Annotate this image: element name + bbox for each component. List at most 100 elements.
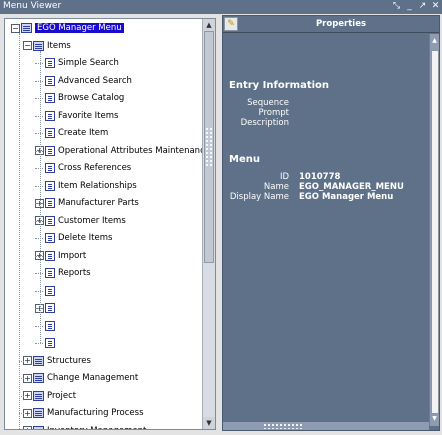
- tree-node-label: Manufacturer Parts: [58, 198, 139, 208]
- menu-tree: − EGO Manager Menu − Items Simple Search Adva…: [5, 19, 202, 429]
- close-icon[interactable]: ✕: [431, 1, 440, 12]
- tree-node-operational-attributes-maintenance[interactable]: + Operational Attributes Maintenance: [35, 144, 202, 158]
- tree-node-label: Operational Attributes Maintenance: [58, 145, 202, 156]
- tree-connector: [35, 290, 43, 292]
- props-scroll-up-icon[interactable]: ▲: [430, 36, 439, 46]
- tree-node-label: Advanced Search: [58, 75, 132, 86]
- tree-node-cross-references[interactable]: Cross References: [35, 161, 131, 175]
- window-controls: ⤡ _ ↗ ✕: [392, 1, 440, 12]
- tree-node-label: Browse Catalog: [58, 93, 125, 103]
- restore-icon[interactable]: ⤡: [392, 1, 401, 12]
- expand-icon[interactable]: +: [23, 426, 32, 429]
- menu-entry-icon: [45, 58, 55, 68]
- tree-node-label: Inventory Management: [47, 426, 146, 430]
- prop-key-prompt: Prompt: [258, 108, 290, 118]
- tree-connector: [19, 33, 20, 429]
- tree-node-label: Favorite Items: [58, 110, 119, 121]
- tree-connector: [35, 133, 43, 134]
- menu-entry-icon: [45, 320, 55, 331]
- tree-node-label: Customer Items: [58, 215, 126, 226]
- properties-horizontal-scrollbar[interactable]: [223, 422, 429, 430]
- menu-entry-icon: [45, 338, 55, 348]
- tree-node-advanced-search[interactable]: Advanced Search: [35, 74, 132, 88]
- tree-node-root[interactable]: − EGO Manager Menu: [11, 21, 124, 35]
- tree-node-label: EGO Manager Menu: [35, 23, 124, 33]
- folder-icon: [33, 373, 44, 383]
- tree-node-label: Simple Search: [58, 58, 119, 68]
- tree-node-manufacturer-parts[interactable]: + Manufacturer Parts: [35, 196, 139, 210]
- tree-node-reports[interactable]: Reports: [35, 266, 91, 280]
- scroll-down-icon[interactable]: ▼: [203, 417, 215, 429]
- tree-node-label: Reports: [58, 268, 91, 278]
- folder-icon: [33, 390, 44, 401]
- tree-node-delete-items[interactable]: Delete Items: [35, 231, 112, 245]
- pin-icon[interactable]: ✎: [224, 17, 238, 31]
- tree-node-project[interactable]: + Project: [23, 389, 76, 403]
- expand-icon[interactable]: +: [23, 356, 32, 365]
- folder-icon: [33, 355, 44, 366]
- tree-node-favorite-items[interactable]: Favorite Items: [35, 109, 118, 123]
- menu-entry-icon: [45, 285, 55, 296]
- prop-key-name: Name: [263, 182, 289, 192]
- menu-entry-icon: [45, 75, 55, 86]
- collapse-icon[interactable]: −: [11, 23, 20, 33]
- scroll-up-icon[interactable]: ▲: [203, 19, 215, 31]
- collapse-icon[interactable]: −: [23, 41, 32, 50]
- minimize-icon[interactable]: _: [405, 1, 414, 12]
- tree-connector: [35, 203, 43, 204]
- properties-vertical-scrollbar[interactable]: ▲ ▼: [429, 34, 439, 426]
- tree-node-structures[interactable]: + Structures: [23, 354, 91, 368]
- tree-node-create-item[interactable]: Create Item: [35, 126, 108, 140]
- menu-entry-icon: [45, 180, 55, 191]
- tree-connector: [35, 273, 43, 274]
- scroll-grip: [205, 127, 213, 167]
- menu-entry-icon: [45, 110, 55, 121]
- menu-section-title: Menu: [229, 154, 260, 165]
- tree-connector: [35, 238, 43, 239]
- prop-key-id: ID: [279, 172, 289, 182]
- tree-node-browse-catalog[interactable]: Browse Catalog: [35, 91, 124, 105]
- tree-node-item-relationships[interactable]: Item Relationships: [35, 179, 137, 193]
- prop-value-display-name: EGO Manager Menu: [299, 192, 394, 202]
- tree-connector: [35, 150, 43, 152]
- tree-connector: [35, 168, 43, 169]
- tree-node-manufacturing-process[interactable]: + Manufacturing Process: [23, 406, 144, 420]
- tree-connector: [35, 308, 43, 309]
- tree-vertical-scrollbar[interactable]: ▲ ▼: [202, 19, 215, 429]
- props-scroll-down-icon[interactable]: ▼: [430, 414, 439, 424]
- tree-connector: [35, 325, 43, 327]
- tree-node-change-management[interactable]: + Change Management: [23, 371, 138, 385]
- tree-node-customer-items[interactable]: + Customer Items: [35, 214, 126, 228]
- tree-connector: [35, 98, 43, 99]
- menu-entry-icon: [45, 303, 55, 313]
- tree-connector: [35, 63, 43, 64]
- menu-entry-icon: [45, 233, 55, 243]
- tree-connector: [35, 343, 43, 344]
- tree-node-items[interactable]: − Items: [23, 39, 71, 53]
- window-titlebar: Menu Viewer ⤡ _ ↗ ✕: [0, 0, 442, 14]
- props-scroll-thumb[interactable]: [431, 50, 439, 414]
- menu-entry-icon: [45, 93, 55, 103]
- menu-entry-icon: [45, 128, 55, 138]
- window-title: Menu Viewer: [3, 1, 62, 11]
- folder-icon: [21, 23, 32, 33]
- maximize-icon[interactable]: ↗: [418, 1, 427, 12]
- tree-node-label: Import: [58, 250, 87, 261]
- tree-node-label: Manufacturing Process: [47, 408, 144, 418]
- expand-icon[interactable]: +: [23, 391, 32, 400]
- prop-value-id: 1010778: [299, 172, 341, 182]
- tree-node-inventory-management[interactable]: + Inventory Management: [23, 424, 146, 430]
- expand-icon[interactable]: +: [23, 408, 32, 418]
- tree-node-label: Delete Items: [58, 233, 113, 243]
- tree-node-label: Structures: [47, 355, 91, 366]
- prop-value-name: EGO_MANAGER_MENU: [299, 182, 404, 192]
- properties-title: Properties: [315, 19, 367, 29]
- expand-icon[interactable]: +: [23, 373, 32, 383]
- properties-body: Entry Information Sequence Prompt Descri…: [223, 34, 429, 426]
- menu-entry-icon: [45, 215, 55, 226]
- tree-node-label: Project: [47, 390, 77, 401]
- tree-node-label: Item Relationships: [58, 180, 137, 191]
- tree-node-label: Change Management: [47, 373, 139, 383]
- tree-node-simple-search[interactable]: Simple Search: [35, 56, 119, 70]
- menu-entry-icon: [45, 250, 55, 261]
